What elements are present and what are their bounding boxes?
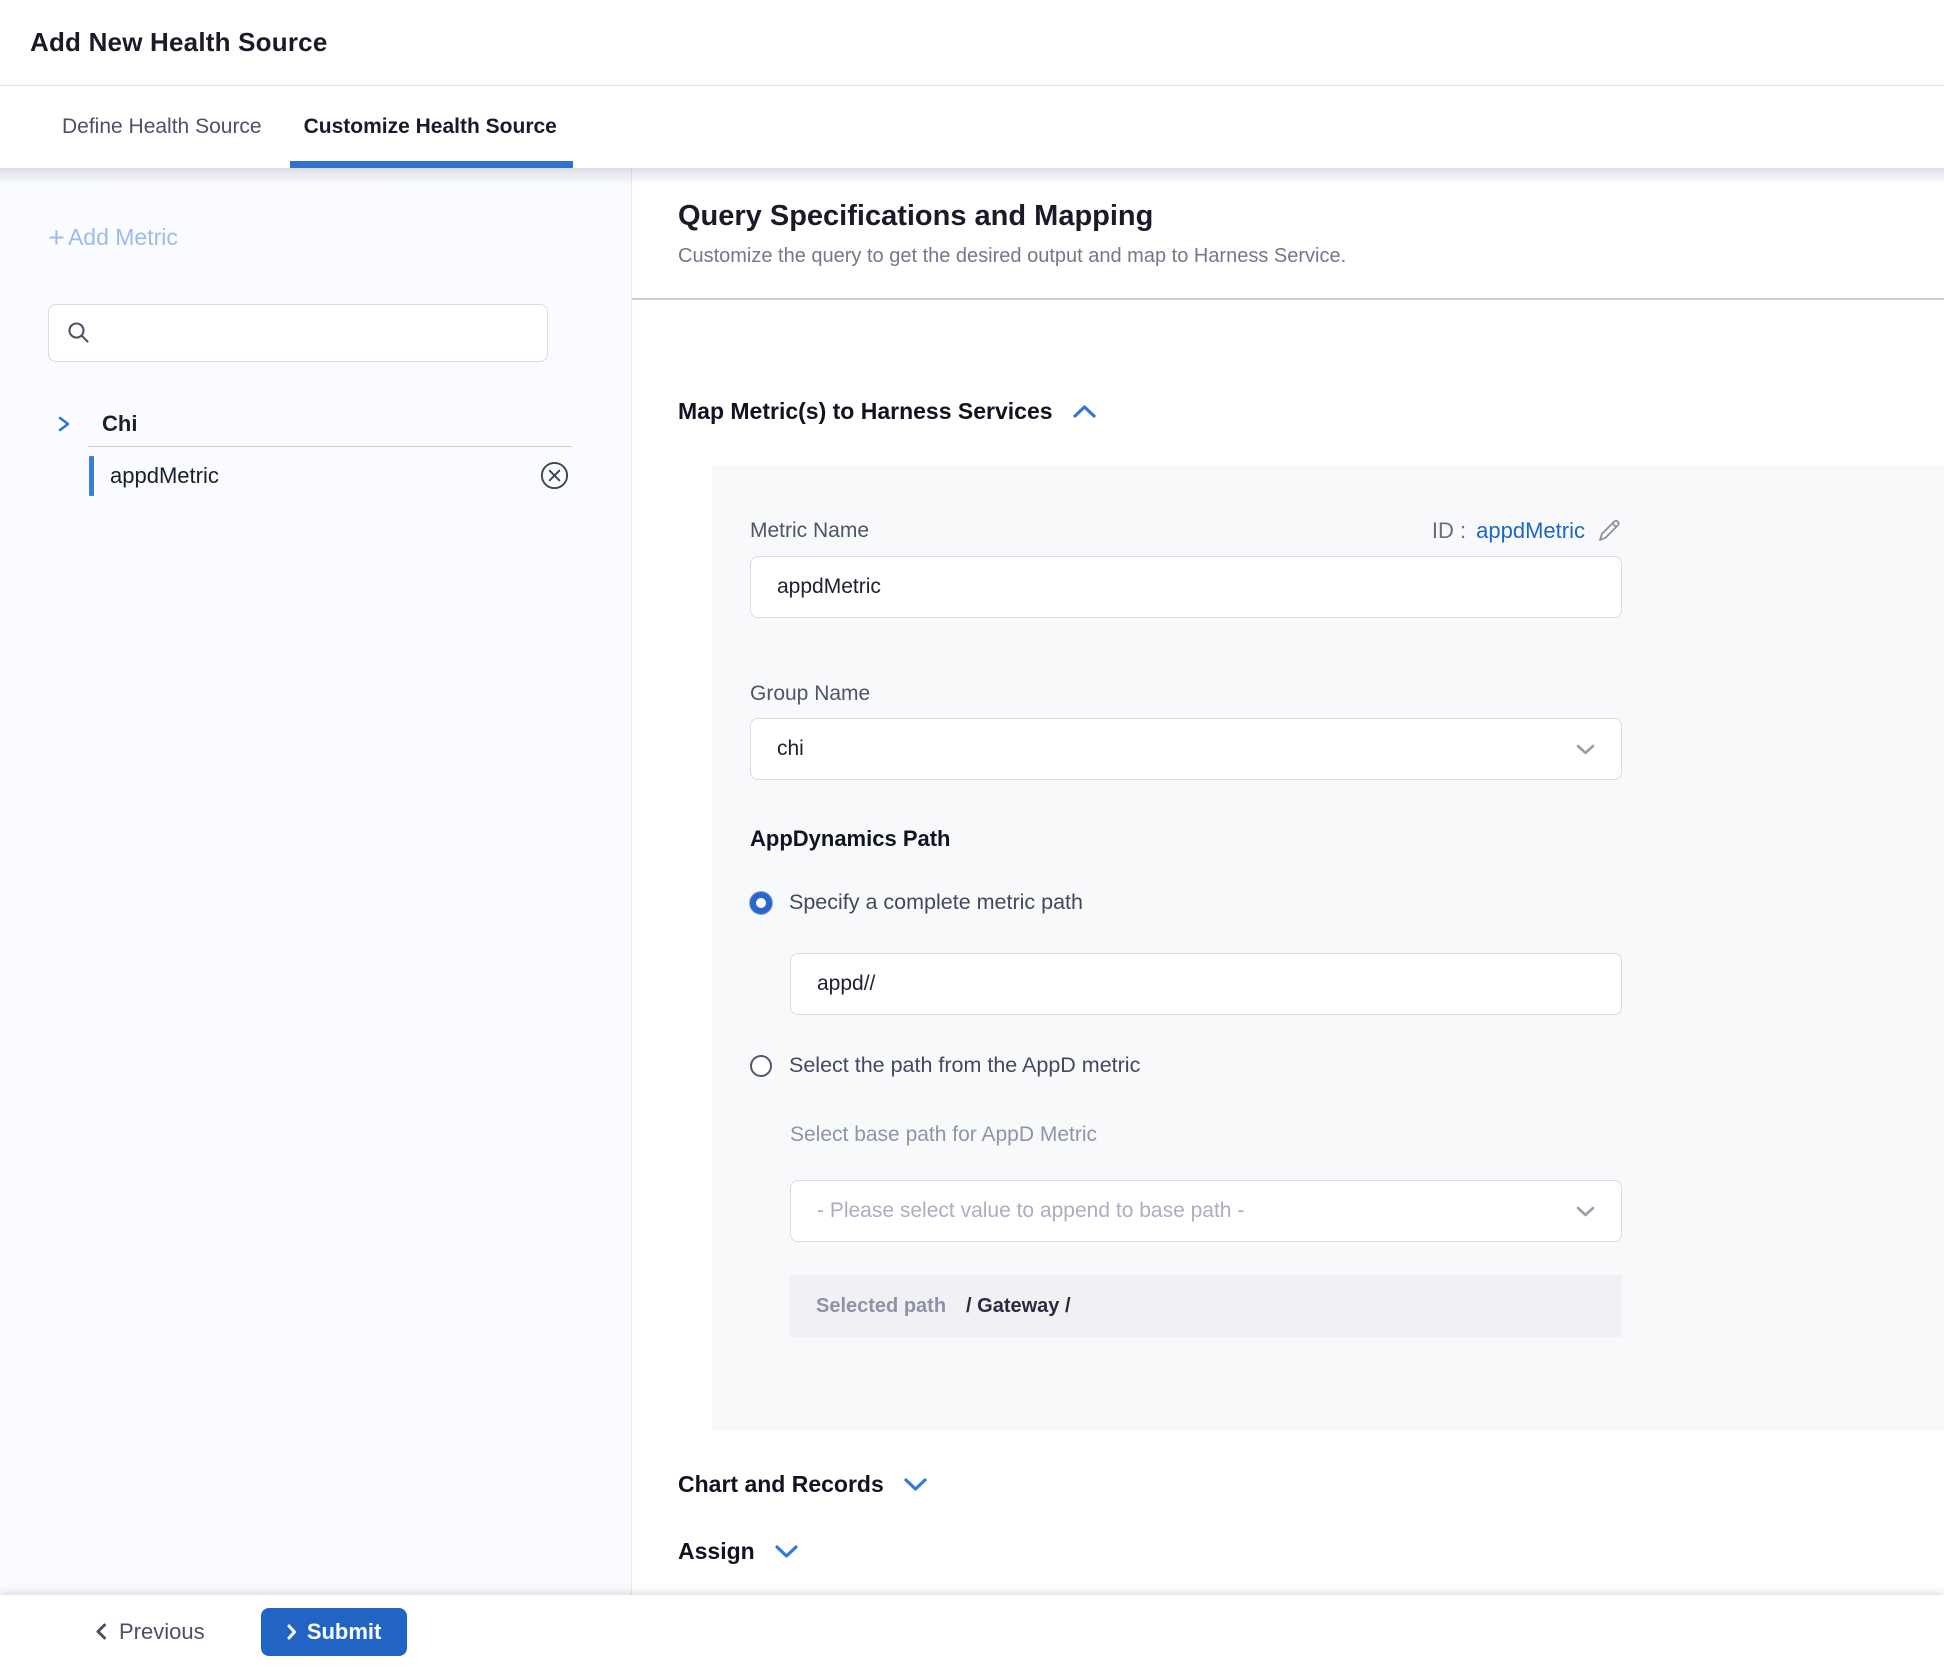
- complete-path-input[interactable]: [817, 972, 1595, 996]
- tab-label: Define Health Source: [62, 115, 262, 139]
- selected-path-bar: Selected path / Gateway /: [790, 1275, 1622, 1337]
- submit-label: Submit: [307, 1619, 382, 1645]
- active-tab-underline: [290, 161, 573, 168]
- metric-name-row: Metric Name ID : appdMetric: [750, 517, 1622, 544]
- section-map-label: Map Metric(s) to Harness Services: [678, 398, 1053, 425]
- chevron-down-icon[interactable]: [773, 1543, 800, 1560]
- section-chart-label: Chart and Records: [678, 1471, 884, 1498]
- tree-group-chi[interactable]: Chi: [48, 402, 572, 446]
- remove-metric-icon[interactable]: [539, 460, 570, 491]
- previous-button[interactable]: Previous: [95, 1619, 205, 1645]
- chevron-down-icon[interactable]: [1574, 1204, 1597, 1218]
- tab-define-health-source[interactable]: Define Health Source: [62, 86, 262, 168]
- group-name-select[interactable]: [750, 718, 1622, 780]
- add-metric-label: Add Metric: [68, 224, 178, 251]
- map-metrics-card: Metric Name ID : appdMetric Group Name: [712, 465, 1944, 1431]
- tree-item-label: appdMetric: [110, 463, 539, 489]
- add-metric-button[interactable]: + Add Metric: [48, 224, 178, 251]
- group-name-input[interactable]: [777, 737, 1595, 761]
- metric-id-prefix: ID :: [1432, 518, 1466, 544]
- metric-name-input[interactable]: [777, 575, 1595, 599]
- chevron-right-icon[interactable]: [56, 414, 72, 434]
- edit-pencil-icon[interactable]: [1595, 517, 1622, 544]
- dialog-body: + Add Metric Chi appdM: [0, 168, 1944, 1595]
- panel-title: Query Specifications and Mapping: [678, 200, 1944, 233]
- base-path-input[interactable]: [817, 1199, 1595, 1223]
- chevron-right-icon: [286, 1623, 297, 1641]
- appdynamics-path-heading: AppDynamics Path: [750, 826, 1944, 852]
- metric-name-field: [750, 556, 1622, 618]
- selected-path-value: / Gateway /: [966, 1295, 1071, 1318]
- panel-divider: [632, 298, 1944, 300]
- radio-select-label: Select the path from the AppD metric: [789, 1053, 1140, 1078]
- base-path-label: Select base path for AppD Metric: [790, 1123, 1944, 1147]
- radio-complete-metric-path[interactable]: Specify a complete metric path: [750, 890, 1944, 915]
- radio-complete-label: Specify a complete metric path: [789, 890, 1083, 915]
- chevron-down-icon[interactable]: [1574, 742, 1597, 756]
- tab-label: Customize Health Source: [304, 115, 557, 139]
- base-path-select[interactable]: [790, 1180, 1622, 1242]
- tree-group-label: Chi: [102, 411, 137, 437]
- metric-id-value[interactable]: appdMetric: [1476, 518, 1585, 544]
- radio-selected-icon[interactable]: [750, 892, 772, 914]
- chevron-down-icon[interactable]: [902, 1476, 929, 1493]
- tab-customize-health-source[interactable]: Customize Health Source: [304, 86, 557, 168]
- add-health-source-dialog: Add New Health Source Define Health Sour…: [0, 0, 1944, 1668]
- dialog-title: Add New Health Source: [30, 27, 327, 58]
- metric-tree: Chi appdMetric: [48, 402, 572, 505]
- dialog-footer: Previous Submit: [0, 1595, 1944, 1668]
- submit-button[interactable]: Submit: [261, 1608, 407, 1656]
- section-assign-label: Assign: [678, 1538, 755, 1565]
- metric-search-box: [48, 304, 548, 362]
- previous-label: Previous: [119, 1619, 205, 1645]
- metric-search-input[interactable]: [103, 305, 547, 361]
- group-name-label: Group Name: [750, 682, 1944, 706]
- chevron-up-icon[interactable]: [1071, 403, 1098, 420]
- query-spec-panel: Query Specifications and Mapping Customi…: [632, 168, 1944, 1595]
- complete-path-field: [790, 953, 1622, 1015]
- metrics-sidebar: + Add Metric Chi appdM: [0, 168, 632, 1595]
- plus-icon: +: [48, 228, 65, 248]
- panel-subtitle: Customize the query to get the desired o…: [678, 245, 1944, 268]
- tab-bar: Define Health Source Customize Health So…: [0, 86, 1944, 168]
- metric-name-label: Metric Name: [750, 519, 869, 543]
- selected-indicator-bar: [89, 456, 94, 496]
- section-assign[interactable]: Assign: [678, 1538, 1944, 1565]
- dialog-header: Add New Health Source: [0, 0, 1944, 86]
- chevron-left-icon: [95, 1622, 107, 1641]
- selected-path-label: Selected path: [816, 1295, 946, 1318]
- radio-select-path[interactable]: Select the path from the AppD metric: [750, 1053, 1944, 1078]
- radio-unselected-icon[interactable]: [750, 1055, 772, 1077]
- tree-item-appdmetric[interactable]: appdMetric: [48, 447, 572, 505]
- search-icon: [67, 321, 91, 345]
- section-map-metrics[interactable]: Map Metric(s) to Harness Services: [678, 398, 1944, 425]
- section-chart-records[interactable]: Chart and Records: [678, 1471, 1944, 1498]
- metric-id-chip: ID : appdMetric: [1432, 517, 1622, 544]
